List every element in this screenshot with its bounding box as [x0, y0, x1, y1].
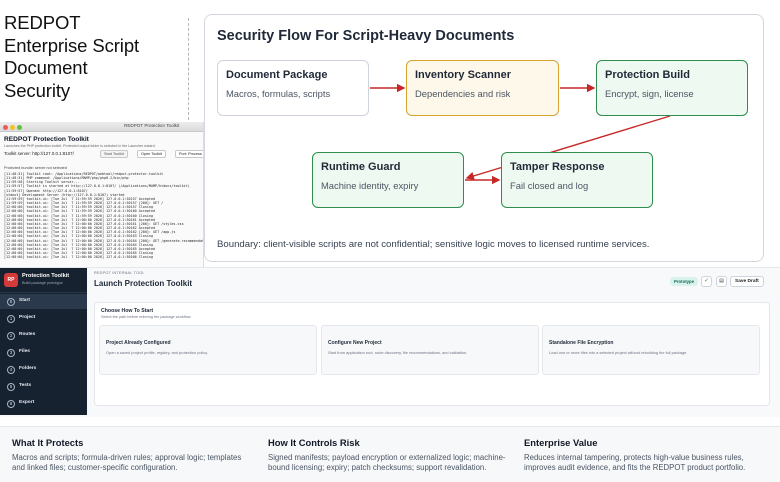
feature-body: Signed manifests; payload encryption or … [268, 453, 506, 472]
sidebar-header: RP Protection Toolkit Build package prot… [0, 268, 87, 293]
feature-what-it-protects: What It Protects Macros and scripts; for… [12, 437, 252, 473]
server-row: Toolkit server: http://127.0.0.1:8107/ S… [0, 150, 203, 160]
protection-toolkit-app: RP Protection Toolkit Build package prot… [0, 267, 780, 417]
flow-box-inventory-scanner: Inventory Scanner Dependencies and risk [406, 60, 559, 116]
flow-box-title: Document Package [226, 69, 328, 81]
boundary-note: Boundary: client-visible scripts are not… [217, 239, 650, 250]
sidebar-title: Protection Toolkit [22, 273, 70, 279]
minimize-window-icon[interactable] [10, 124, 15, 130]
sidebar-item-label: Start [19, 298, 30, 303]
launcher-title: REDPOT Protection Toolkit [4, 136, 89, 143]
option-project-configured[interactable]: Project Already Configured Open a saved … [99, 325, 317, 375]
hero-title-line: Document [4, 57, 88, 78]
hero-title-line: REDPOT [4, 12, 81, 33]
sidebar-subtitle: Build package prototype [22, 281, 63, 285]
flow-box-document-package: Document Package Macros, formulas, scrip… [217, 60, 369, 116]
sidebar-item-files[interactable]: 3 Files [0, 345, 87, 360]
port-process-button[interactable]: Port: Process [175, 150, 203, 158]
close-window-icon[interactable] [3, 124, 8, 130]
window-titlebar: REDPOT Protection Toolkit [0, 122, 203, 132]
option-desc: Start from application root, route disco… [328, 350, 468, 355]
flow-box-title: Runtime Guard [321, 161, 401, 173]
option-configure-new-project[interactable]: Configure New Project Start from applica… [321, 325, 539, 375]
flow-box-protection-build: Protection Build Encrypt, sign, license [596, 60, 748, 116]
sidebar: RP Protection Toolkit Build package prot… [0, 268, 87, 415]
panel-subtitle: Select the path before entering the pack… [101, 315, 192, 319]
document-icon[interactable]: ▤ [716, 276, 727, 287]
flow-box-desc: Macros, formulas, scripts [226, 88, 331, 99]
server-address: Toolkit server: http://127.0.0.1:8107/ [4, 151, 74, 156]
feature-body: Macros and scripts; formula-driven rules… [12, 453, 242, 472]
flow-connectors [370, 83, 671, 185]
hero-divider [188, 18, 189, 120]
flow-box-title: Tamper Response [510, 161, 605, 173]
flow-box-title: Protection Build [605, 69, 690, 81]
flow-box-desc: Fail closed and log [510, 180, 589, 191]
start-toolkit-button[interactable]: Start Toolkit [100, 150, 128, 158]
security-flow-diagram: Security Flow For Script-Heavy Documents… [204, 14, 764, 262]
save-draft-button[interactable]: Save Draft [730, 276, 764, 287]
feature-title: How It Controls Risk [268, 437, 360, 448]
server-log: [11:48:31] Toolkit root: /Applications/R… [4, 172, 203, 259]
hero-title: REDPOT Enterprise Script Document Securi… [4, 12, 186, 102]
page-eyebrow: REDPOT INTERNAL TOOL [94, 271, 145, 275]
flow-box-tamper-response: Tamper Response Fail closed and log [501, 152, 653, 208]
option-standalone-encryption[interactable]: Standalone File Encryption Load one or m… [542, 325, 760, 375]
window-title: REDPOT Protection Toolkit [124, 123, 180, 128]
feature-controls-risk: How It Controls Risk Signed manifests; p… [268, 437, 508, 473]
choose-start-panel: Choose How To Start Select the path befo… [94, 302, 770, 406]
flow-box-title: Inventory Scanner [415, 69, 511, 81]
feature-body: Reduces internal tampering, protects hig… [524, 453, 746, 472]
check-icon[interactable]: ✓ [701, 276, 712, 287]
feature-enterprise-value: Enterprise Value Reduces internal tamper… [524, 437, 764, 473]
option-title: Configure New Project [328, 340, 382, 346]
feature-title: What It Protects [12, 437, 84, 448]
step-number-icon: 3 [7, 348, 15, 357]
step-number-icon: 1 [7, 314, 15, 323]
bundle-status: Protected bundle: server not selected [4, 166, 67, 170]
flow-box-runtime-guard: Runtime Guard Machine identity, expiry [312, 152, 464, 208]
step-number-icon: 6 [7, 399, 15, 408]
panel-title: Choose How To Start [101, 308, 154, 314]
sidebar-item-label: Routes [19, 332, 36, 337]
flow-box-desc: Encrypt, sign, license [605, 88, 694, 99]
sidebar-item-project[interactable]: 1 Project [0, 311, 87, 326]
hero-title-line: Security [4, 79, 71, 101]
feature-title: Enterprise Value [524, 437, 598, 448]
option-title: Project Already Configured [106, 340, 171, 346]
launcher-subtitle: Launches the PHP protection toolkit. Pro… [4, 144, 156, 148]
status-badge: Prototype [670, 277, 699, 286]
zoom-window-icon[interactable] [17, 124, 22, 130]
sidebar-item-tests[interactable]: 5 Tests [0, 379, 87, 394]
flow-box-desc: Machine identity, expiry [321, 180, 419, 191]
open-toolkit-button[interactable]: Open Toolkit [137, 150, 167, 158]
sidebar-item-label: Files [19, 349, 30, 354]
option-desc: Open a saved project profile, registry, … [106, 350, 208, 355]
step-number-icon: 5 [7, 382, 15, 391]
sidebar-item-label: Tests [19, 383, 32, 388]
toolkit-launcher-window: REDPOT Protection Toolkit REDPOT Protect… [0, 122, 204, 270]
sidebar-item-label: Folders [19, 366, 37, 371]
feature-columns: What It Protects Macros and scripts; for… [0, 426, 780, 482]
option-title: Standalone File Encryption [549, 340, 614, 346]
flow-box-desc: Dependencies and risk [415, 88, 511, 99]
sidebar-item-routes[interactable]: 2 Routes [0, 328, 87, 343]
step-number-icon: 4 [7, 365, 15, 374]
step-number-icon: 2 [7, 331, 15, 340]
page-title: Launch Protection Toolkit [94, 279, 193, 288]
app-logo: RP [4, 273, 18, 287]
sidebar-item-export[interactable]: 6 Export [0, 396, 87, 411]
log-line: [12:00:00] toolkit.ui: [Tue Jul 7 12:00:… [4, 255, 154, 260]
sidebar-item-start[interactable]: 0 Start [0, 294, 87, 309]
step-number-icon: 0 [7, 297, 15, 306]
option-desc: Load one or more files into a selected p… [549, 350, 688, 355]
hero-title-line: Enterprise Script [4, 34, 140, 56]
sidebar-item-folders[interactable]: 4 Folders [0, 362, 87, 377]
sidebar-item-label: Export [19, 400, 35, 405]
sidebar-item-label: Project [19, 315, 36, 320]
